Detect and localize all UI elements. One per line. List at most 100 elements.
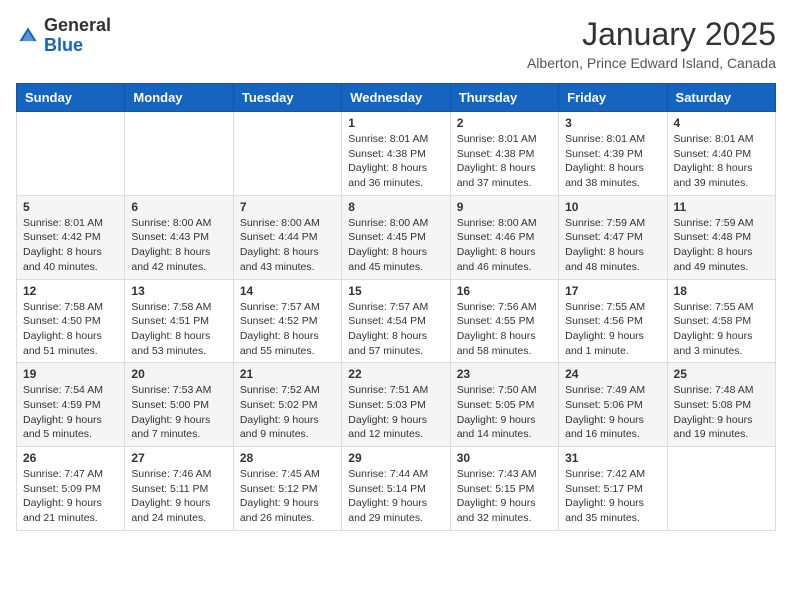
calendar-cell: 31 Sunrise: 7:42 AM Sunset: 5:17 PM Dayli… bbox=[559, 447, 667, 531]
day-info: Sunrise: 7:47 AM Sunset: 5:09 PM Dayligh… bbox=[23, 467, 118, 526]
day-info: Sunrise: 7:59 AM Sunset: 4:48 PM Dayligh… bbox=[674, 216, 769, 275]
day-number: 26 bbox=[23, 451, 118, 465]
day-number: 4 bbox=[674, 116, 769, 130]
day-number: 8 bbox=[348, 200, 443, 214]
day-info: Sunrise: 7:52 AM Sunset: 5:02 PM Dayligh… bbox=[240, 383, 335, 442]
day-info: Sunrise: 7:48 AM Sunset: 5:08 PM Dayligh… bbox=[674, 383, 769, 442]
calendar-cell: 11 Sunrise: 7:59 AM Sunset: 4:48 PM Dayli… bbox=[667, 195, 775, 279]
day-number: 23 bbox=[457, 367, 552, 381]
calendar-week-3: 19 Sunrise: 7:54 AM Sunset: 4:59 PM Dayli… bbox=[17, 363, 776, 447]
day-number: 2 bbox=[457, 116, 552, 130]
calendar-cell: 22 Sunrise: 7:51 AM Sunset: 5:03 PM Dayli… bbox=[342, 363, 450, 447]
calendar-cell: 9Sunrise: 8:00 AM Sunset: 4:46 PM Daylig… bbox=[450, 195, 558, 279]
day-info: Sunrise: 7:46 AM Sunset: 5:11 PM Dayligh… bbox=[131, 467, 226, 526]
calendar-cell: 2 Sunrise: 8:01 AM Sunset: 4:38 PM Daylig… bbox=[450, 112, 558, 196]
calendar-cell: 17 Sunrise: 7:55 AM Sunset: 4:56 PM Dayli… bbox=[559, 279, 667, 363]
calendar-cell: 13 Sunrise: 7:58 AM Sunset: 4:51 PM Dayli… bbox=[125, 279, 233, 363]
calendar-cell bbox=[233, 112, 341, 196]
calendar-cell: 23 Sunrise: 7:50 AM Sunset: 5:05 PM Dayli… bbox=[450, 363, 558, 447]
day-number: 25 bbox=[674, 367, 769, 381]
logo-text: General Blue bbox=[44, 16, 111, 56]
weekday-header-tuesday: Tuesday bbox=[233, 84, 341, 112]
weekday-header-friday: Friday bbox=[559, 84, 667, 112]
title-block: January 2025 Alberton, Prince Edward Isl… bbox=[527, 16, 776, 71]
day-info: Sunrise: 7:45 AM Sunset: 5:12 PM Dayligh… bbox=[240, 467, 335, 526]
day-info: Sunrise: 7:54 AM Sunset: 4:59 PM Dayligh… bbox=[23, 383, 118, 442]
day-number: 20 bbox=[131, 367, 226, 381]
location: Alberton, Prince Edward Island, Canada bbox=[527, 55, 776, 71]
day-number: 16 bbox=[457, 284, 552, 298]
calendar-week-4: 26 Sunrise: 7:47 AM Sunset: 5:09 PM Dayli… bbox=[17, 447, 776, 531]
day-number: 12 bbox=[23, 284, 118, 298]
day-info: Sunrise: 7:56 AM Sunset: 4:55 PM Dayligh… bbox=[457, 300, 552, 359]
day-info: Sunrise: 7:42 AM Sunset: 5:17 PM Dayligh… bbox=[565, 467, 660, 526]
calendar-cell: 28 Sunrise: 7:45 AM Sunset: 5:12 PM Dayli… bbox=[233, 447, 341, 531]
calendar-cell: 25 Sunrise: 7:48 AM Sunset: 5:08 PM Dayli… bbox=[667, 363, 775, 447]
calendar-cell: 8 Sunrise: 8:00 AM Sunset: 4:45 PM Daylig… bbox=[342, 195, 450, 279]
day-number: 17 bbox=[565, 284, 660, 298]
day-info: Sunrise: 7:55 AM Sunset: 4:58 PM Dayligh… bbox=[674, 300, 769, 359]
calendar-cell: 7Sunrise: 8:00 AM Sunset: 4:44 PM Daylig… bbox=[233, 195, 341, 279]
month-title: January 2025 bbox=[527, 16, 776, 53]
calendar-week-0: 1 Sunrise: 8:01 AM Sunset: 4:38 PM Daylig… bbox=[17, 112, 776, 196]
day-number: 30 bbox=[457, 451, 552, 465]
logo-icon bbox=[16, 24, 40, 48]
day-info: Sunrise: 7:49 AM Sunset: 5:06 PM Dayligh… bbox=[565, 383, 660, 442]
day-info: Sunrise: 8:01 AM Sunset: 4:38 PM Dayligh… bbox=[457, 132, 552, 191]
day-number: 28 bbox=[240, 451, 335, 465]
day-number: 27 bbox=[131, 451, 226, 465]
day-info: Sunrise: 7:59 AM Sunset: 4:47 PM Dayligh… bbox=[565, 216, 660, 275]
day-info: Sunrise: 8:00 AM Sunset: 4:45 PM Dayligh… bbox=[348, 216, 443, 275]
day-info: Sunrise: 8:00 AM Sunset: 4:43 PM Dayligh… bbox=[131, 216, 226, 275]
day-number: 29 bbox=[348, 451, 443, 465]
day-number: 11 bbox=[674, 200, 769, 214]
day-number: 3 bbox=[565, 116, 660, 130]
calendar-cell bbox=[125, 112, 233, 196]
calendar-cell: 12 Sunrise: 7:58 AM Sunset: 4:50 PM Dayli… bbox=[17, 279, 125, 363]
calendar-cell: 16 Sunrise: 7:56 AM Sunset: 4:55 PM Dayli… bbox=[450, 279, 558, 363]
calendar-cell bbox=[17, 112, 125, 196]
day-info: Sunrise: 7:53 AM Sunset: 5:00 PM Dayligh… bbox=[131, 383, 226, 442]
day-number: 31 bbox=[565, 451, 660, 465]
day-info: Sunrise: 7:51 AM Sunset: 5:03 PM Dayligh… bbox=[348, 383, 443, 442]
calendar-cell: 6 Sunrise: 8:00 AM Sunset: 4:43 PM Daylig… bbox=[125, 195, 233, 279]
day-info: Sunrise: 8:00 AM Sunset: 4:46 PM Dayligh… bbox=[457, 216, 552, 275]
day-info: Sunrise: 8:01 AM Sunset: 4:38 PM Dayligh… bbox=[348, 132, 443, 191]
calendar-cell: 4 Sunrise: 8:01 AM Sunset: 4:40 PM Daylig… bbox=[667, 112, 775, 196]
day-info: Sunrise: 7:50 AM Sunset: 5:05 PM Dayligh… bbox=[457, 383, 552, 442]
calendar-cell: 18 Sunrise: 7:55 AM Sunset: 4:58 PM Dayli… bbox=[667, 279, 775, 363]
day-info: Sunrise: 7:43 AM Sunset: 5:15 PM Dayligh… bbox=[457, 467, 552, 526]
day-number: 6 bbox=[131, 200, 226, 214]
calendar-cell: 21Sunrise: 7:52 AM Sunset: 5:02 PM Dayli… bbox=[233, 363, 341, 447]
weekday-header-wednesday: Wednesday bbox=[342, 84, 450, 112]
day-number: 1 bbox=[348, 116, 443, 130]
calendar-cell: 29 Sunrise: 7:44 AM Sunset: 5:14 PM Dayli… bbox=[342, 447, 450, 531]
day-number: 10 bbox=[565, 200, 660, 214]
weekday-header-row: SundayMondayTuesdayWednesdayThursdayFrid… bbox=[17, 84, 776, 112]
day-info: Sunrise: 8:01 AM Sunset: 4:40 PM Dayligh… bbox=[674, 132, 769, 191]
calendar-cell: 20 Sunrise: 7:53 AM Sunset: 5:00 PM Dayli… bbox=[125, 363, 233, 447]
day-number: 22 bbox=[348, 367, 443, 381]
calendar-cell: 1 Sunrise: 8:01 AM Sunset: 4:38 PM Daylig… bbox=[342, 112, 450, 196]
logo: General Blue bbox=[16, 16, 111, 56]
day-number: 19 bbox=[23, 367, 118, 381]
calendar-cell: 30 Sunrise: 7:43 AM Sunset: 5:15 PM Dayli… bbox=[450, 447, 558, 531]
day-info: Sunrise: 7:58 AM Sunset: 4:51 PM Dayligh… bbox=[131, 300, 226, 359]
day-info: Sunrise: 8:01 AM Sunset: 4:39 PM Dayligh… bbox=[565, 132, 660, 191]
day-number: 5 bbox=[23, 200, 118, 214]
weekday-header-saturday: Saturday bbox=[667, 84, 775, 112]
day-number: 13 bbox=[131, 284, 226, 298]
day-info: Sunrise: 7:44 AM Sunset: 5:14 PM Dayligh… bbox=[348, 467, 443, 526]
weekday-header-monday: Monday bbox=[125, 84, 233, 112]
day-number: 14 bbox=[240, 284, 335, 298]
day-info: Sunrise: 7:55 AM Sunset: 4:56 PM Dayligh… bbox=[565, 300, 660, 359]
calendar-cell: 3 Sunrise: 8:01 AM Sunset: 4:39 PM Daylig… bbox=[559, 112, 667, 196]
day-number: 18 bbox=[674, 284, 769, 298]
calendar-cell: 19 Sunrise: 7:54 AM Sunset: 4:59 PM Dayli… bbox=[17, 363, 125, 447]
day-info: Sunrise: 7:58 AM Sunset: 4:50 PM Dayligh… bbox=[23, 300, 118, 359]
calendar-cell: 14 Sunrise: 7:57 AM Sunset: 4:52 PM Dayli… bbox=[233, 279, 341, 363]
calendar-cell: 15Sunrise: 7:57 AM Sunset: 4:54 PM Dayli… bbox=[342, 279, 450, 363]
calendar-cell: 24Sunrise: 7:49 AM Sunset: 5:06 PM Dayli… bbox=[559, 363, 667, 447]
day-info: Sunrise: 7:57 AM Sunset: 4:52 PM Dayligh… bbox=[240, 300, 335, 359]
calendar-cell: 10 Sunrise: 7:59 AM Sunset: 4:47 PM Dayli… bbox=[559, 195, 667, 279]
